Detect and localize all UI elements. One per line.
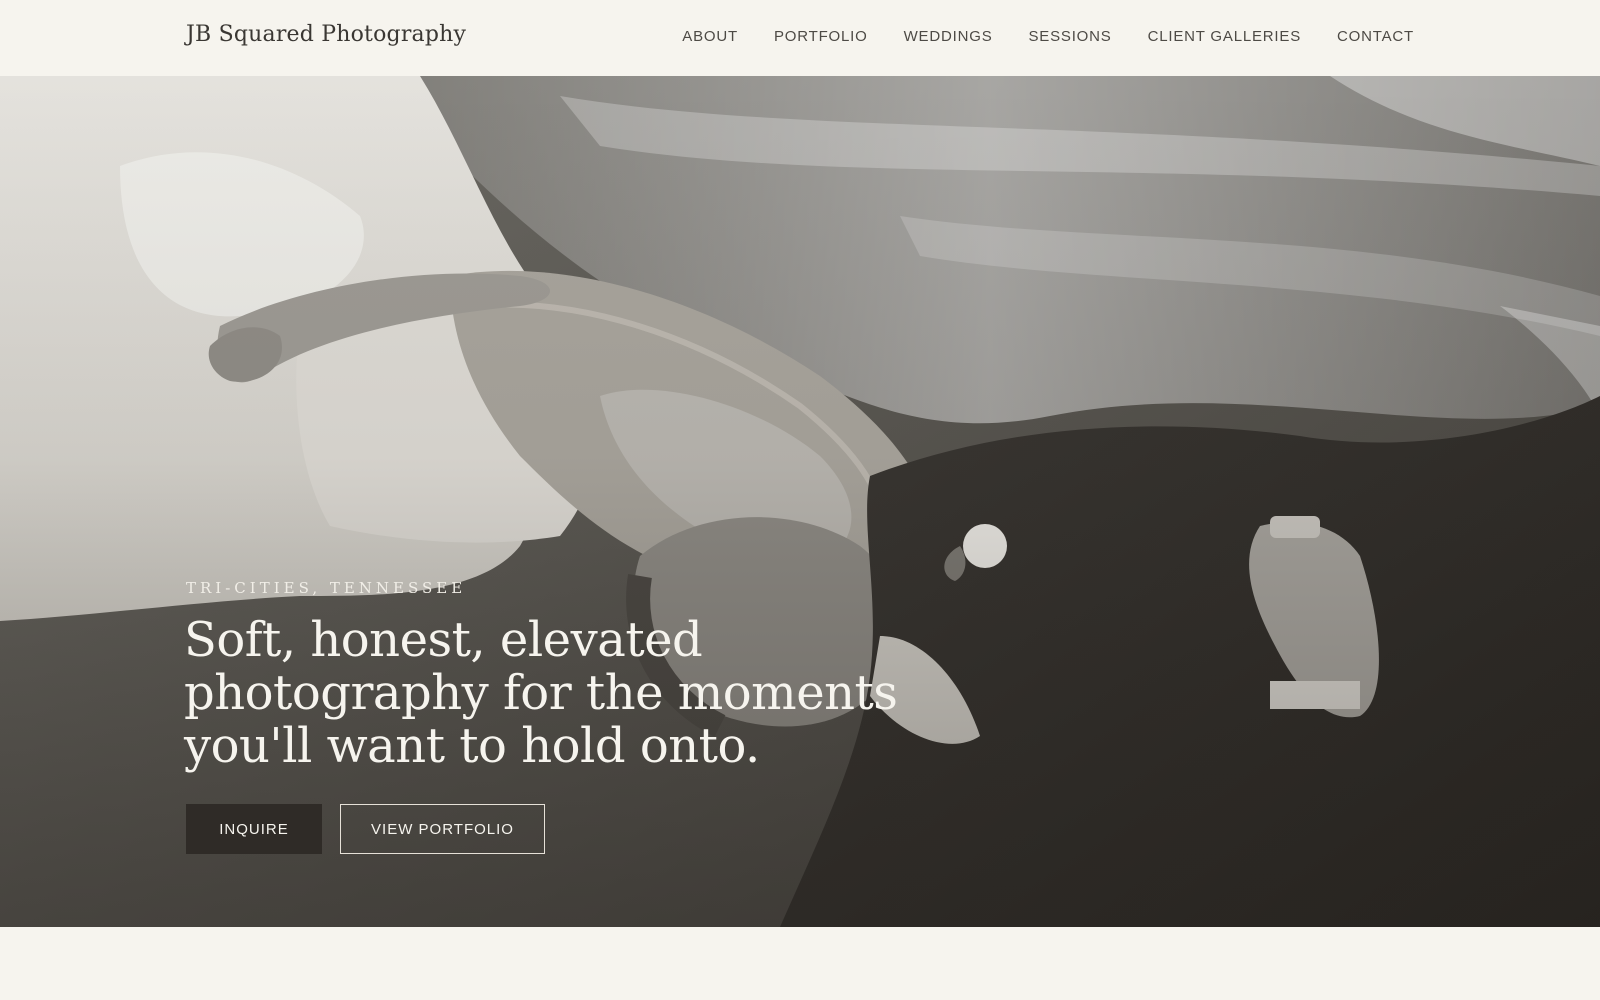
brand-logo[interactable]: JB Squared Photography xyxy=(186,22,466,47)
view-portfolio-button[interactable]: VIEW PORTFOLIO xyxy=(340,804,545,854)
nav-contact[interactable]: CONTACT xyxy=(1337,28,1414,45)
hero-headline: Soft, honest, elevated photography for t… xyxy=(184,612,898,774)
nav-client-galleries[interactable]: CLIENT GALLERIES xyxy=(1148,28,1301,45)
inquire-button[interactable]: INQUIRE xyxy=(186,804,322,854)
hero-location: TRI-CITIES, TENNESSEE xyxy=(186,579,467,597)
nav-portfolio[interactable]: PORTFOLIO xyxy=(774,28,868,45)
main-nav: ABOUT PORTFOLIO WEDDINGS SESSIONS CLIENT… xyxy=(682,28,1414,45)
nav-weddings[interactable]: WEDDINGS xyxy=(904,28,993,45)
nav-sessions[interactable]: SESSIONS xyxy=(1029,28,1112,45)
hero-section: TRI-CITIES, TENNESSEE Soft, honest, elev… xyxy=(0,76,1600,927)
hero-overlay xyxy=(0,76,1600,927)
page-below-hero xyxy=(0,927,1600,1000)
site-header: JB Squared Photography ABOUT PORTFOLIO W… xyxy=(0,0,1600,76)
nav-about[interactable]: ABOUT xyxy=(682,28,738,45)
